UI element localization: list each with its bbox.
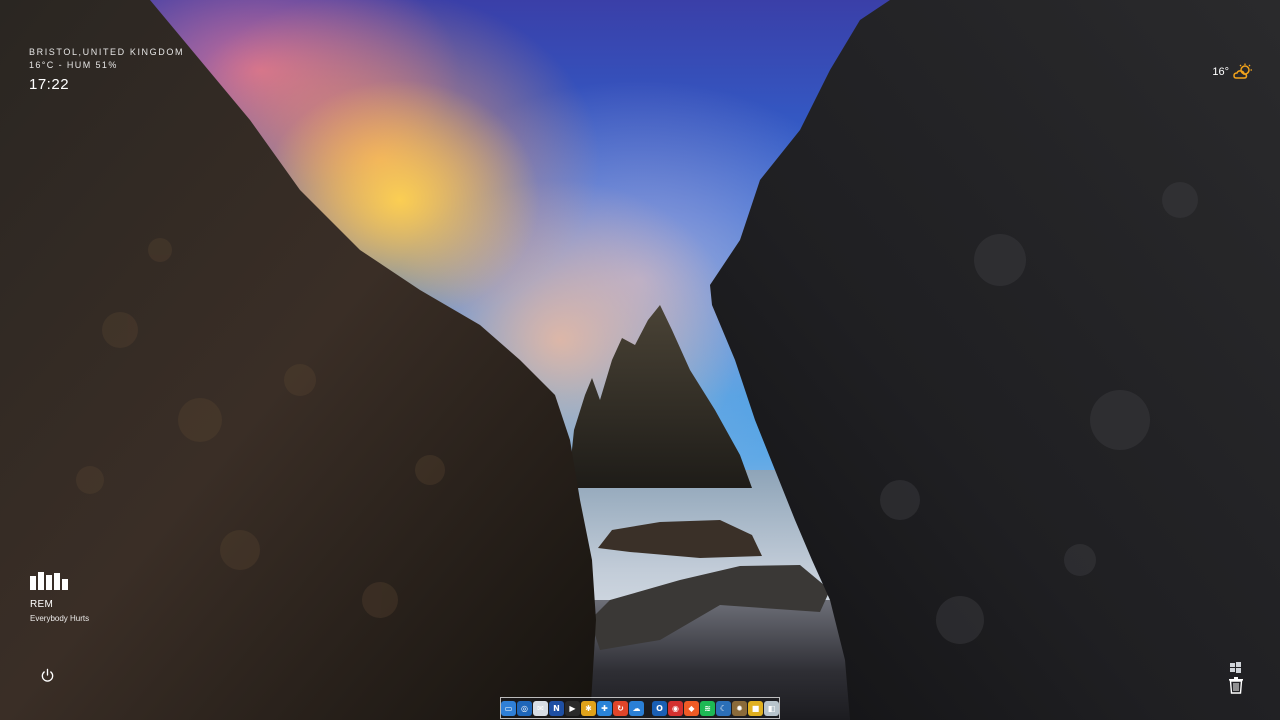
desktop-wallpaper (0, 0, 1280, 720)
cloud-icon[interactable]: ☁ (629, 700, 644, 716)
spotify-icon[interactable]: ≋ (700, 700, 715, 716)
onenote-icon[interactable]: N (549, 700, 564, 716)
rock-scenery (0, 0, 1280, 720)
power-icon[interactable] (40, 668, 55, 683)
finder-search-icon[interactable]: ◎ (517, 700, 532, 716)
trash-icon[interactable] (1228, 676, 1244, 694)
clock-time: 17:22 (29, 76, 70, 93)
lock-icon[interactable]: ■ (748, 700, 763, 716)
visualizer-bar (46, 575, 52, 590)
weather-conditions: 16°C - HUM 51% (29, 60, 118, 70)
visualizer-bar (62, 579, 68, 590)
settings-icon[interactable]: ✹ (732, 700, 747, 716)
weather-mini-widget[interactable]: 16° (1212, 63, 1253, 81)
left-cliff (0, 0, 596, 720)
now-playing-widget[interactable]: REM Everybody Hurts (30, 572, 89, 623)
computer-icon[interactable]: ▭ (501, 700, 516, 716)
weather-clock-widget: BRISTOL,UNITED KINGDOM 16°C - HUM 51% 17… (29, 47, 184, 93)
box-icon[interactable]: ◧ (764, 700, 779, 716)
windows-start-icon[interactable] (1230, 662, 1241, 673)
media-player-icon[interactable]: ▶ (565, 700, 580, 716)
sync-icon[interactable]: ↻ (613, 700, 628, 716)
audio-visualizer-bars (30, 572, 89, 590)
creative-cloud-icon[interactable]: ◉ (668, 700, 683, 716)
right-cliff (710, 0, 1280, 720)
application-dock: ▭ ◎ ✉ N ▶ ✱ ✚ ↻ ☁ O ◉ ◆ ≋ ☾ ✹ ■ ◧ (500, 697, 780, 719)
visualizer-bar (54, 573, 60, 590)
brave-icon[interactable]: ◆ (684, 700, 699, 716)
now-playing-track: Everybody Hurts (30, 614, 90, 623)
sun-cloud-icon (1233, 63, 1252, 79)
now-playing-artist: REM (30, 599, 54, 610)
mail-icon[interactable]: ✉ (533, 700, 548, 716)
outlook-icon[interactable]: O (652, 700, 667, 716)
visualizer-bar (38, 572, 44, 590)
beach-rock (590, 565, 830, 650)
moon-icon[interactable]: ☾ (716, 700, 731, 716)
visualizer-bar (30, 576, 36, 590)
weather-location: BRISTOL,UNITED KINGDOM (29, 47, 185, 57)
bee-app-icon[interactable]: ✱ (581, 700, 596, 716)
tools-icon[interactable]: ✚ (597, 700, 612, 716)
weather-mini-temp: 16° (1212, 66, 1229, 78)
sea-rock (598, 520, 762, 558)
